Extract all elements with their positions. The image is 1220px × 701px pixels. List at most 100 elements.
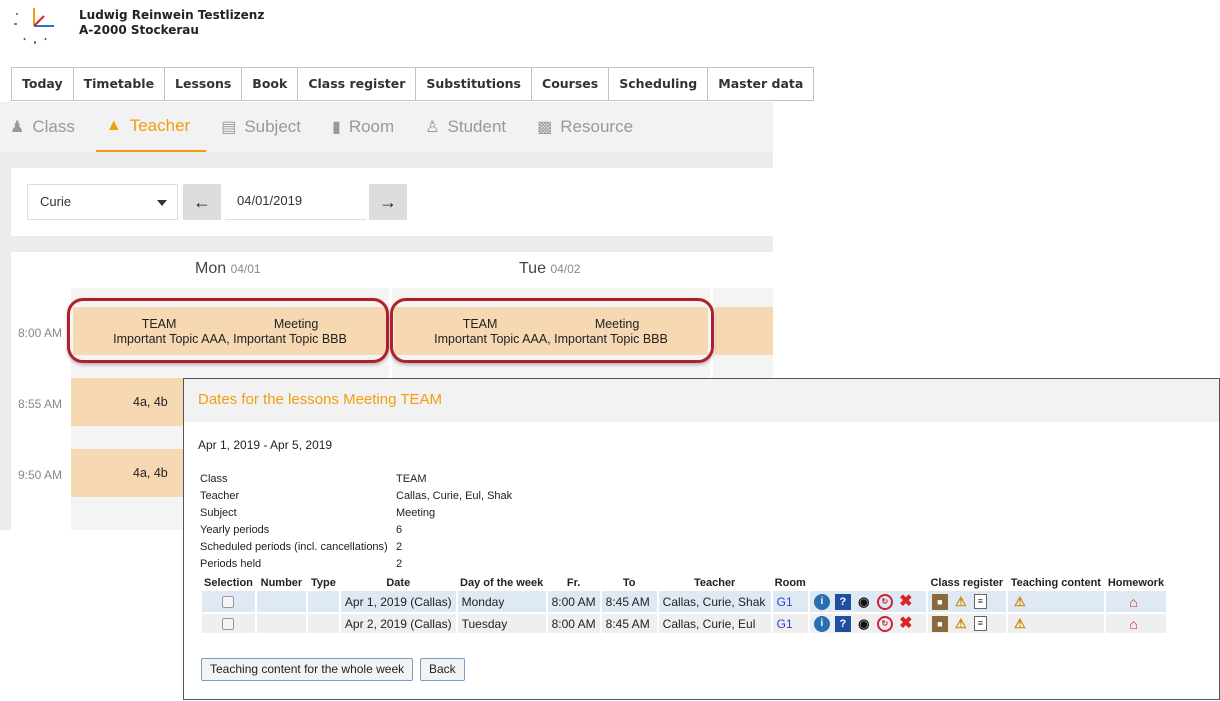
binoculars-icon[interactable]: ◉ [856, 616, 872, 632]
teaching-content-week-button[interactable]: Teaching content for the whole week [201, 658, 414, 681]
delete-icon[interactable]: ✖ [898, 615, 914, 632]
tab-student[interactable]: ♙ Student [415, 102, 522, 152]
nav-master-data[interactable]: Master data [708, 68, 815, 100]
class-register-warning-icon[interactable]: ⚠ [953, 594, 969, 610]
nav-lessons[interactable]: Lessons [165, 68, 243, 100]
selection-cell [202, 612, 255, 633]
room-link[interactable]: G1 [777, 617, 793, 631]
number-cell [256, 591, 306, 612]
from-cell: 8:00 AM [547, 612, 600, 633]
day-date: 04/01 [230, 262, 261, 276]
to-cell: 8:45 AM [601, 612, 657, 633]
nav-timetable[interactable]: Timetable [74, 68, 166, 100]
class-register-preview-icon[interactable]: ≡ [973, 594, 987, 609]
type-cell [307, 612, 339, 633]
projector-icon: ▩ [537, 119, 553, 136]
nav-courses[interactable]: Courses [532, 68, 610, 100]
class-register-preview-icon[interactable]: ≡ [973, 616, 987, 631]
class-register-book-icon[interactable]: ■ [931, 593, 948, 610]
table-header-row: Selection Number Type Date Day of the we… [202, 574, 1166, 591]
student-icon: ♙ [425, 119, 440, 136]
nav-today[interactable]: Today [12, 68, 74, 100]
homework-house-icon[interactable]: ⌂ [1125, 594, 1141, 610]
tab-teacher[interactable]: ▲ Teacher [95, 102, 207, 152]
help-icon[interactable]: ? [834, 593, 851, 610]
nav-scheduling[interactable]: Scheduling [609, 68, 709, 100]
col-date: Date [386, 576, 411, 589]
chevron-down-icon [157, 200, 167, 206]
selection-cell [202, 591, 255, 612]
school-logo-icon [14, 8, 54, 44]
class-register-book-icon[interactable]: ■ [931, 615, 948, 632]
dialog-title: Dates for the lessons Meeting TEAM [184, 379, 1219, 422]
day-header-mon: Mon 04/01 [195, 260, 261, 278]
day-name: Mon [195, 260, 227, 277]
nav-book[interactable]: Book [242, 68, 299, 100]
back-button[interactable]: Back [420, 658, 465, 681]
homework-house-icon[interactable]: ⌂ [1125, 616, 1141, 632]
filter-bar: Curie ← 04/01/2019 → [11, 168, 773, 236]
info-value: Callas, Curie, Eul, Shak [396, 490, 513, 502]
book-icon: ▤ [221, 119, 237, 136]
lesson-dates-table: Selection Number Type Date Day of the we… [200, 574, 1168, 633]
number-cell [256, 612, 306, 633]
dow-cell: Tuesday [457, 612, 546, 633]
room-link[interactable]: G1 [777, 595, 793, 609]
row-checkbox[interactable] [222, 618, 235, 631]
lesson-info: Class TEAM Teacher Callas, Curie, Eul, Sha… [200, 473, 512, 575]
info-row: Class TEAM [200, 473, 512, 490]
date-range: Apr 1, 2019 - Apr 5, 2019 [198, 438, 333, 452]
from-cell: 8:00 AM [547, 591, 600, 612]
school-name-line1: Ludwig Reinwein Testlizenz [79, 8, 265, 22]
lesson-wed[interactable] [715, 307, 773, 355]
info-value: 6 [396, 524, 403, 536]
next-week-button[interactable]: → [369, 184, 407, 220]
time-label: 8:55 AM [18, 397, 63, 411]
arrow-right-icon: → [379, 191, 397, 212]
type-cell [307, 591, 339, 612]
previous-week-button[interactable]: ← [183, 184, 221, 220]
teaching-content-cell: ⚠ [1007, 591, 1104, 612]
nav-class-register[interactable]: Class register [298, 68, 417, 100]
info-icon[interactable]: i [813, 615, 830, 632]
app-header: Ludwig Reinwein Testlizenz A-2000 Stocke… [0, 0, 772, 66]
tab-class[interactable]: ♟ Class [0, 102, 91, 152]
tab-subject-label: Subject [244, 117, 302, 136]
col-class-register: Class register [930, 576, 1004, 589]
school-name: Ludwig Reinwein Testlizenz A-2000 Stocke… [79, 8, 264, 38]
col-room: Room [774, 576, 806, 589]
binoculars-icon[interactable]: ◉ [856, 594, 872, 610]
info-label: Teacher [200, 490, 240, 502]
delete-icon[interactable]: ✖ [898, 593, 914, 610]
nav-substitutions[interactable]: Substitutions [416, 68, 533, 100]
info-row: Teacher Callas, Curie, Eul, Shak [200, 490, 512, 507]
class-icon: ♟ [10, 119, 25, 136]
class-register-cell: ■ ⚠ ≡ [927, 591, 1006, 612]
col-teaching-content: Teaching content [1010, 576, 1101, 589]
info-label: Periods held [200, 558, 262, 570]
tab-resource[interactable]: ▩ Resource [527, 102, 649, 152]
class-register-cell: ■ ⚠ ≡ [927, 612, 1006, 633]
day-date: 04/02 [550, 262, 581, 276]
tab-room[interactable]: ▮ Room [322, 102, 410, 152]
tab-subject[interactable]: ▤ Subject [211, 102, 317, 152]
door-icon: ▮ [332, 119, 341, 136]
teaching-content-warning-icon[interactable]: ⚠ [1012, 616, 1028, 632]
teacher-cell: Callas, Curie, Eul [658, 612, 771, 633]
info-icon[interactable]: i [813, 593, 830, 610]
row-checkbox[interactable] [222, 596, 235, 609]
time-label: 9:50 AM [18, 468, 63, 482]
table-row: Apr 1, 2019 (Callas) Monday 8:00 AM 8:45… [202, 591, 1167, 612]
col-teacher: Teacher [693, 576, 736, 589]
date-cell: Apr 1, 2019 (Callas) [340, 591, 456, 612]
info-row: Scheduled periods (incl. cancellations) 2 [200, 541, 512, 558]
teacher-select-value: Curie [40, 194, 72, 209]
teaching-content-warning-icon[interactable]: ⚠ [1012, 594, 1028, 610]
history-icon[interactable]: ↻ [876, 615, 893, 632]
teacher-select[interactable]: Curie [27, 184, 178, 220]
help-icon[interactable]: ? [834, 615, 851, 632]
lesson-class: 4a, 4b [133, 395, 168, 409]
date-input[interactable]: 04/01/2019 [225, 184, 366, 220]
class-register-warning-icon[interactable]: ⚠ [953, 616, 969, 632]
history-icon[interactable]: ↻ [876, 593, 893, 610]
